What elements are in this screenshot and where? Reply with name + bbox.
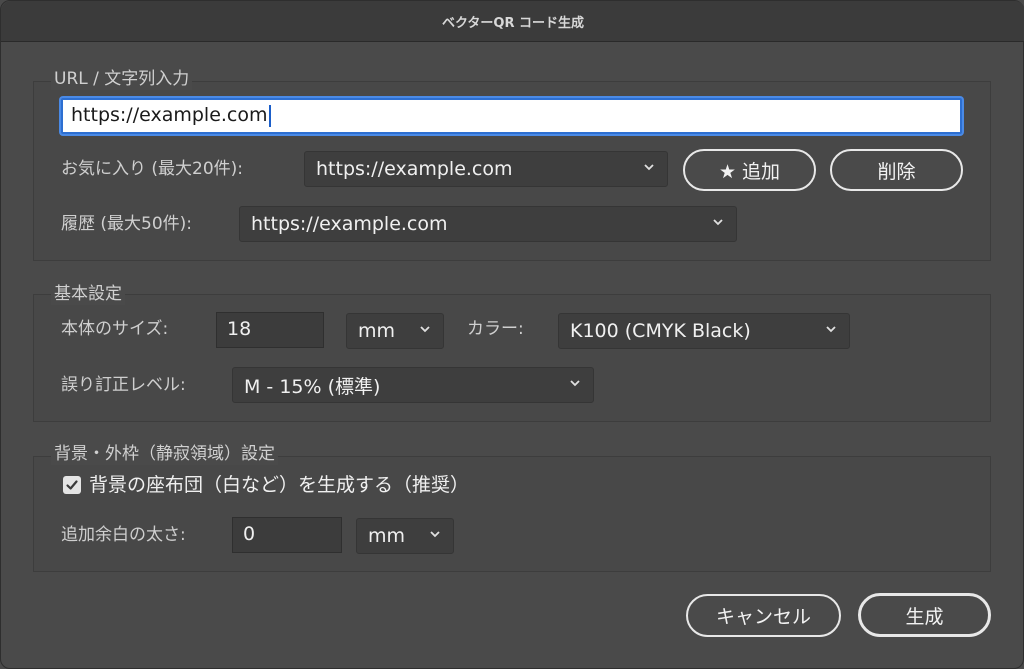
color-select[interactable]: K100 (CMYK Black) xyxy=(558,313,850,349)
history-label: 履歴 (最大50件): xyxy=(61,214,193,234)
chevron-down-icon xyxy=(713,219,723,226)
delete-favorite-label: 削除 xyxy=(877,160,916,183)
window-title: ベクターQR コード生成 xyxy=(441,15,585,31)
chevron-down-icon xyxy=(644,164,654,171)
favorites-select[interactable]: https://example.com xyxy=(304,151,668,187)
background-settings-legend: 背景・外枠（静寂領域）設定 xyxy=(51,443,278,465)
text-caret xyxy=(268,104,271,127)
error-correction-selected-value: M - 15% (標準) xyxy=(244,375,381,398)
margin-label: 追加余白の太さ: xyxy=(61,525,186,545)
size-label: 本体のサイズ: xyxy=(61,319,169,339)
url-input-text: https://example.com xyxy=(71,104,268,126)
background-checkbox[interactable] xyxy=(63,476,81,494)
generate-button-label: 生成 xyxy=(905,605,944,628)
delete-favorite-button[interactable]: 削除 xyxy=(830,149,963,191)
dialog-window: ベクターQR コード生成 URL / 文字列入力 https://example… xyxy=(0,0,1024,669)
margin-input-value: 0 xyxy=(243,523,256,545)
cancel-button[interactable]: キャンセル xyxy=(686,594,841,637)
chevron-down-icon xyxy=(826,326,836,333)
history-selected-value: https://example.com xyxy=(251,213,448,235)
add-favorite-button[interactable]: ★ 追加 xyxy=(683,149,816,191)
color-label: カラー: xyxy=(467,319,524,339)
history-select[interactable]: https://example.com xyxy=(239,206,737,242)
basic-settings-legend: 基本設定 xyxy=(51,283,125,305)
error-correction-select[interactable]: M - 15% (標準) xyxy=(232,367,594,403)
chevron-down-icon xyxy=(430,531,440,538)
size-unit-value: mm xyxy=(358,320,396,342)
url-group-legend: URL / 文字列入力 xyxy=(51,68,193,90)
generate-button[interactable]: 生成 xyxy=(858,593,991,637)
size-input[interactable]: 18 xyxy=(216,312,324,348)
color-selected-value: K100 (CMYK Black) xyxy=(570,320,751,342)
background-checkbox-label[interactable]: 背景の座布団（白など）を生成する（推奨） xyxy=(89,472,469,498)
margin-unit-value: mm xyxy=(368,525,406,547)
error-correction-label: 誤り訂正レベル: xyxy=(61,375,186,395)
chevron-down-icon xyxy=(420,326,430,333)
checkmark-icon xyxy=(66,480,78,490)
favorites-selected-value: https://example.com xyxy=(316,158,513,180)
cancel-button-label: キャンセル xyxy=(715,606,811,628)
chevron-down-icon xyxy=(570,380,580,387)
size-unit-select[interactable]: mm xyxy=(346,313,444,349)
add-favorite-label: ★ 追加 xyxy=(718,160,781,183)
size-input-value: 18 xyxy=(227,318,252,340)
favorites-label: お気に入り (最大20件): xyxy=(61,159,244,179)
margin-unit-select[interactable]: mm xyxy=(356,518,454,554)
url-input[interactable]: https://example.com xyxy=(61,98,962,134)
title-bar: ベクターQR コード生成 xyxy=(1,1,1024,42)
margin-input[interactable]: 0 xyxy=(232,517,342,553)
